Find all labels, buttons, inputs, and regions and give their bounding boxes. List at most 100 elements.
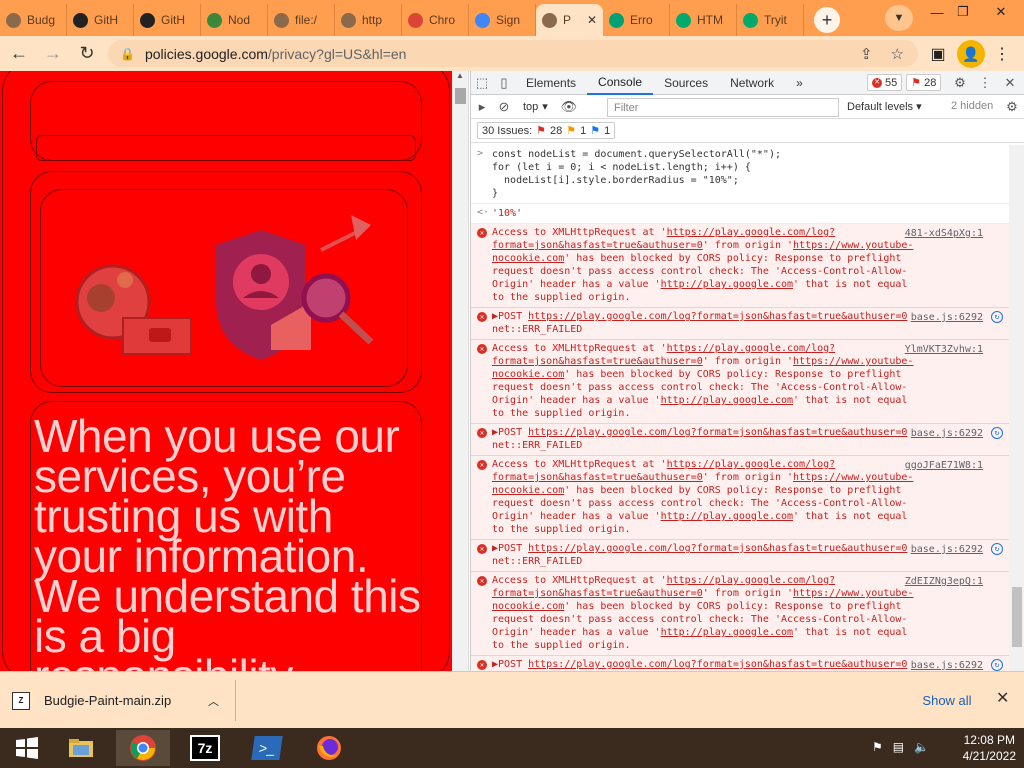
header-value-link[interactable]: http://play.google.com <box>661 511 793 522</box>
header-value-link[interactable]: http://play.google.com <box>661 395 793 406</box>
tab-sources[interactable]: Sources <box>653 71 719 95</box>
source-link[interactable]: base.js:6292 <box>911 543 983 556</box>
browser-tab[interactable]: GitH <box>67 4 134 36</box>
source-link[interactable]: ZdEIZNg3epQ:1 <box>905 575 983 588</box>
post-url-link[interactable]: https://play.google.com/log?format=json&… <box>528 427 907 438</box>
browser-tab[interactable]: Nod <box>201 4 268 36</box>
tab-label: HTM <box>697 13 723 27</box>
inspect-element-icon[interactable]: ⬚ <box>471 71 493 95</box>
download-item[interactable]: Z Budgie-Paint-main.zip ︿ <box>12 680 236 721</box>
chrome-icon <box>408 12 423 28</box>
browser-tab[interactable]: Budg <box>0 4 67 36</box>
device-toolbar-icon[interactable]: ▯ <box>493 71 515 95</box>
network-icon[interactable]: ▤ <box>893 740 904 754</box>
source-link[interactable]: YlmVKT3Zvhw:1 <box>905 343 983 356</box>
tab-elements[interactable]: Elements <box>515 71 587 95</box>
chevron-up-icon[interactable]: ︿ <box>208 693 219 709</box>
clock[interactable]: 12:08 PM 4/21/2022 <box>963 732 1016 764</box>
post-url-link[interactable]: https://play.google.com/log?format=json&… <box>528 311 907 322</box>
post-prefix[interactable]: ▶POST <box>492 311 528 322</box>
context-selector[interactable]: top ▾ <box>523 100 548 114</box>
tab-console[interactable]: Console <box>587 71 654 95</box>
error-count-badge[interactable]: ✕ 55 <box>867 74 903 91</box>
taskbar: 7z >_ ⚑ ▤ 🔈 12:08 PM 4/21/2022 <box>0 728 1024 768</box>
side-panel-button[interactable]: ▣ <box>924 40 952 68</box>
browser-tab[interactable]: Erro <box>603 4 670 36</box>
source-link[interactable]: base.js:6292 <box>911 311 983 324</box>
header-value-link[interactable]: http://play.google.com <box>661 627 793 638</box>
source-link[interactable]: base.js:6292 <box>911 659 983 671</box>
show-all-button[interactable]: Show all <box>912 685 982 715</box>
chrome-taskbar-icon[interactable] <box>116 730 170 766</box>
menu-kebab-icon[interactable]: ⋮ <box>988 40 1016 68</box>
back-button[interactable]: ← <box>4 39 34 69</box>
address-bar[interactable]: 🔒 policies.google.com /privacy?gl=US&hl=… <box>108 40 918 67</box>
close-window-button[interactable]: ✕ <box>978 0 1024 24</box>
sidebar-toggle-icon[interactable]: ▸ <box>471 95 493 119</box>
page-scrollbar[interactable]: ▲ <box>452 71 469 671</box>
result-chevron-icon: <· <box>477 207 490 218</box>
page-scrollbar-thumb[interactable] <box>455 88 466 104</box>
source-link[interactable]: ggoJFaE71W8:1 <box>905 459 983 472</box>
browser-tab[interactable]: GitH <box>134 4 201 36</box>
browser-tab[interactable]: P ✕ <box>536 4 603 36</box>
console-post-error-entry: ✕ ▶POST https://play.google.com/log?forma… <box>471 656 1009 671</box>
new-tab-button[interactable]: + <box>814 7 840 33</box>
console-scrollbar-thumb[interactable] <box>1012 587 1022 647</box>
scroll-up-icon[interactable]: ▲ <box>452 71 468 85</box>
post-prefix[interactable]: ▶POST <box>492 659 528 670</box>
close-devtools-icon[interactable]: ✕ <box>999 71 1021 95</box>
tab-network[interactable]: Network <box>719 71 785 95</box>
browser-tab[interactable]: Sign <box>469 4 536 36</box>
post-prefix[interactable]: ▶POST <box>492 543 528 554</box>
warning-count-badge[interactable]: ⚑ 28 <box>906 74 942 91</box>
devtools-menu-icon[interactable]: ⋮ <box>974 71 996 95</box>
reload-icon[interactable]: ↻ <box>991 427 1003 439</box>
file-explorer-taskbar-icon[interactable] <box>54 730 108 766</box>
console-scrollbar[interactable] <box>1009 145 1024 671</box>
more-tabs-button[interactable]: » <box>785 71 814 95</box>
error-text: Access to XMLHttpRequest at ' <box>492 343 667 354</box>
browser-tab[interactable]: HTM <box>670 4 737 36</box>
tab-label: Chro <box>429 13 456 27</box>
powershell-taskbar-icon[interactable]: >_ <box>240 730 294 766</box>
forward-button[interactable]: → <box>38 39 68 69</box>
source-link[interactable]: 481-xdS4pXg:1 <box>905 227 983 240</box>
console-settings-gear-icon[interactable]: ⚙ <box>1001 95 1023 119</box>
reload-button[interactable]: ↻ <box>72 39 102 69</box>
browser-tab[interactable]: Tryit <box>737 4 804 36</box>
start-button[interactable] <box>0 730 54 766</box>
log-levels-select[interactable]: Default levels ▾ <box>847 100 922 113</box>
7zip-taskbar-icon[interactable]: 7z <box>178 730 232 766</box>
reload-icon[interactable]: ↻ <box>991 659 1003 671</box>
hero-text: When you use our services, you’re trusti… <box>34 410 421 671</box>
reload-icon[interactable]: ↻ <box>991 543 1003 555</box>
firefox-taskbar-icon[interactable] <box>302 730 356 766</box>
tab-search-button[interactable]: ▼ <box>885 5 913 31</box>
settings-gear-icon[interactable]: ⚙ <box>949 71 971 95</box>
browser-tab[interactable]: http <box>335 4 402 36</box>
share-icon[interactable]: ⇪ <box>860 45 873 63</box>
reload-icon[interactable]: ↻ <box>991 311 1003 323</box>
profile-avatar[interactable]: 👤 <box>957 40 985 68</box>
bookmark-star-icon[interactable]: ☆ <box>891 45 904 63</box>
console-error-entry: ✕ Access to XMLHttpRequest at 'https://pl… <box>471 572 1009 656</box>
flag-icon[interactable]: ⚑ <box>872 740 883 754</box>
clear-console-icon[interactable]: ⊘ <box>493 95 515 119</box>
console-filter-input[interactable]: Filter <box>607 98 839 117</box>
post-url-link[interactable]: https://play.google.com/log?format=json&… <box>528 543 907 554</box>
issues-button[interactable]: 30 Issues: ⚑ 28 ⚑ 1 ⚑ 1 <box>477 122 616 139</box>
header-value-link[interactable]: http://play.google.com <box>661 279 793 290</box>
source-link[interactable]: base.js:6292 <box>911 427 983 440</box>
github-icon <box>140 12 155 28</box>
close-download-bar-icon[interactable]: ✕ <box>996 688 1009 708</box>
post-error-text: net::ERR_FAILED <box>492 556 583 567</box>
browser-tab[interactable]: Chro <box>402 4 469 36</box>
volume-icon[interactable]: 🔈 <box>914 740 929 754</box>
post-prefix[interactable]: ▶POST <box>492 427 528 438</box>
post-url-link[interactable]: https://play.google.com/log?format=json&… <box>528 659 907 670</box>
warning-count: 28 <box>924 76 937 89</box>
browser-tab[interactable]: file:/ <box>268 4 335 36</box>
close-tab-icon[interactable]: ✕ <box>587 13 597 27</box>
eye-icon[interactable]: 👁 <box>558 95 580 119</box>
